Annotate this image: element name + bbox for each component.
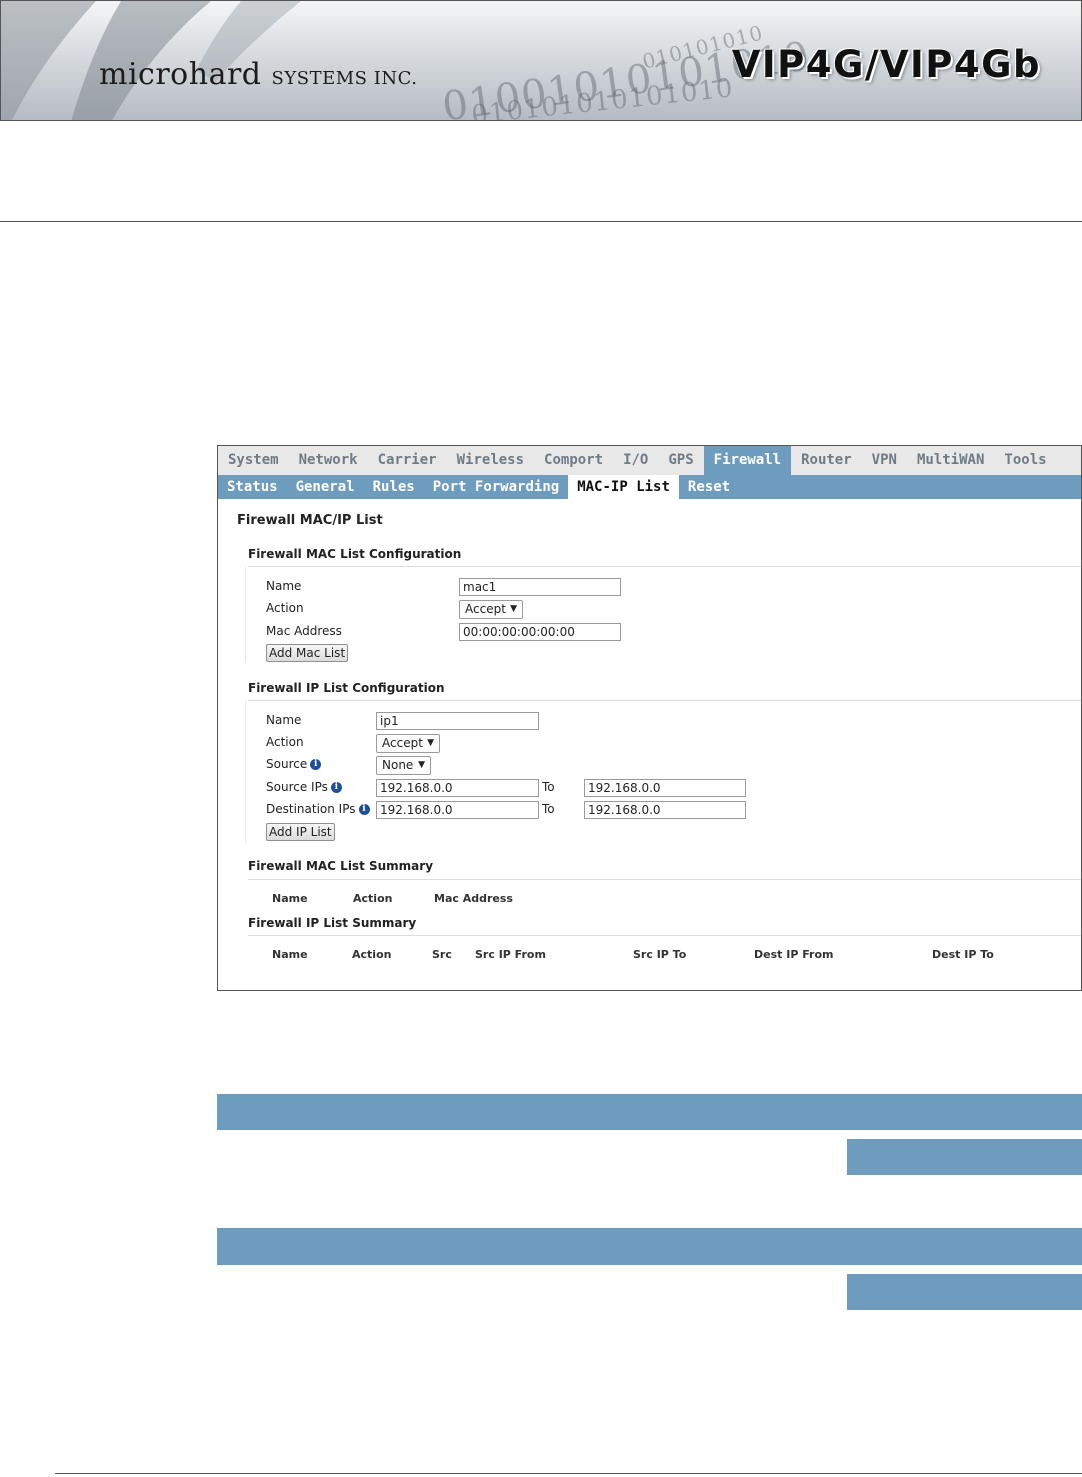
ip-source-select[interactable]: None ▼ <box>376 756 431 775</box>
nav-tab-wireless[interactable]: Wireless <box>447 446 534 475</box>
mac-config-heading: Firewall MAC List Configuration <box>248 547 462 561</box>
source-ips-label-text: Source IPs <box>266 780 328 794</box>
add-ip-list-button[interactable]: Add IP List <box>266 823 335 841</box>
to-label: To <box>542 780 555 794</box>
ip-source-label-text: Source <box>266 757 308 771</box>
mac-summary-heading: Firewall MAC List Summary <box>248 859 434 873</box>
info-icon[interactable]: i <box>330 782 342 793</box>
main-nav: System Network Carrier Wireless Comport … <box>218 446 1081 475</box>
ip-name-label: Name <box>266 713 302 727</box>
brand-logo: microhard SYSTEMS INC. <box>99 57 417 92</box>
mac-summary-col-name: Name <box>272 892 308 905</box>
nav-tab-vpn[interactable]: VPN <box>862 446 907 475</box>
ip-summary-heading: Firewall IP List Summary <box>248 916 417 930</box>
mac-address-input[interactable]: 00:00:00:00:00:00 <box>459 623 621 641</box>
web-ui-screenshot: System Network Carrier Wireless Comport … <box>217 445 1082 991</box>
destination-ips-label: Destination IPs i <box>266 802 370 816</box>
mac-action-value: Accept <box>465 602 506 616</box>
nav-tab-multiwan[interactable]: MultiWAN <box>907 446 994 475</box>
dest-ip-from-input[interactable]: 192.168.0.0 <box>376 801 539 819</box>
nav-tab-io[interactable]: I/O <box>613 446 658 475</box>
mac-name-input[interactable]: mac1 <box>459 578 621 596</box>
dest-ip-to-input[interactable]: 192.168.0.0 <box>584 801 746 819</box>
ip-action-value: Accept <box>382 736 423 750</box>
to-label: To <box>542 802 555 816</box>
mac-name-label: Name <box>266 579 302 593</box>
table-header-bar <box>217 1094 1082 1130</box>
nav-tab-comport[interactable]: Comport <box>534 446 613 475</box>
table-value-bar <box>847 1274 1082 1310</box>
ip-summary-col-src-ip-from: Src IP From <box>475 948 546 961</box>
dropdown-arrow-icon: ▼ <box>418 760 425 770</box>
mac-action-select[interactable]: Accept ▼ <box>459 600 523 619</box>
nav-tab-router[interactable]: Router <box>791 446 862 475</box>
nav-tab-system[interactable]: System <box>218 446 289 475</box>
subnav-tab-reset[interactable]: Reset <box>679 475 739 499</box>
brand-name: microhard <box>99 57 262 92</box>
brand-suffix: SYSTEMS INC. <box>271 68 418 89</box>
ip-summary-col-src-ip-to: Src IP To <box>633 948 687 961</box>
header-banner: 01001010101010 010101010101010 010101010… <box>0 0 1082 121</box>
ip-source-value: None <box>382 758 414 772</box>
nav-tab-gps[interactable]: GPS <box>658 446 703 475</box>
subnav-tab-status[interactable]: Status <box>218 475 287 499</box>
mac-summary-col-mac-address: Mac Address <box>434 892 513 905</box>
product-name: VIP4G/VIP4Gb <box>731 43 1041 86</box>
ip-action-select[interactable]: Accept ▼ <box>376 734 440 753</box>
destination-ips-label-text: Destination IPs <box>266 802 356 816</box>
subnav-tab-port-forwarding[interactable]: Port Forwarding <box>424 475 568 499</box>
section-divider <box>248 566 1081 567</box>
mac-action-label: Action <box>266 601 304 615</box>
nav-tab-carrier[interactable]: Carrier <box>368 446 447 475</box>
source-ips-label: Source IPs i <box>266 780 342 794</box>
ip-name-input[interactable]: ip1 <box>376 712 539 730</box>
section-divider <box>248 879 1081 880</box>
add-mac-list-button[interactable]: Add Mac List <box>266 644 349 662</box>
nav-tab-tools[interactable]: Tools <box>994 446 1056 475</box>
section-divider <box>248 935 1081 936</box>
mac-summary-col-action: Action <box>353 892 393 905</box>
ip-action-label: Action <box>266 735 304 749</box>
source-ip-from-input[interactable]: 192.168.0.0 <box>376 779 539 797</box>
table-value-bar <box>847 1139 1082 1175</box>
nav-tab-network[interactable]: Network <box>289 446 368 475</box>
ip-summary-col-name: Name <box>272 948 308 961</box>
divider <box>0 221 1082 222</box>
dropdown-arrow-icon: ▼ <box>427 738 434 748</box>
info-icon[interactable]: i <box>310 759 322 770</box>
subnav-tab-rules[interactable]: Rules <box>364 475 424 499</box>
ip-summary-col-dest-ip-to: Dest IP To <box>932 948 994 961</box>
info-icon[interactable]: i <box>358 804 370 815</box>
footer-divider <box>55 1473 1082 1474</box>
source-ip-to-input[interactable]: 192.168.0.0 <box>584 779 746 797</box>
mac-address-label: Mac Address <box>266 624 342 638</box>
nav-tab-firewall[interactable]: Firewall <box>703 446 792 475</box>
ip-summary-col-dest-ip-from: Dest IP From <box>754 948 834 961</box>
ip-config-heading: Firewall IP List Configuration <box>248 681 445 695</box>
section-divider <box>248 700 1081 701</box>
section-border <box>245 701 246 843</box>
subnav-tab-general[interactable]: General <box>287 475 364 499</box>
dropdown-arrow-icon: ▼ <box>510 604 517 614</box>
ip-summary-col-action: Action <box>352 948 392 961</box>
sub-nav: Status General Rules Port Forwarding MAC… <box>218 475 1081 499</box>
subnav-tab-mac-ip-list[interactable]: MAC-IP List <box>568 475 679 499</box>
ip-summary-col-src: Src <box>432 948 452 961</box>
ip-source-label: Source i <box>266 757 322 771</box>
page-title: Firewall MAC/IP List <box>237 513 383 528</box>
table-header-bar <box>217 1228 1082 1265</box>
section-border <box>245 567 246 663</box>
